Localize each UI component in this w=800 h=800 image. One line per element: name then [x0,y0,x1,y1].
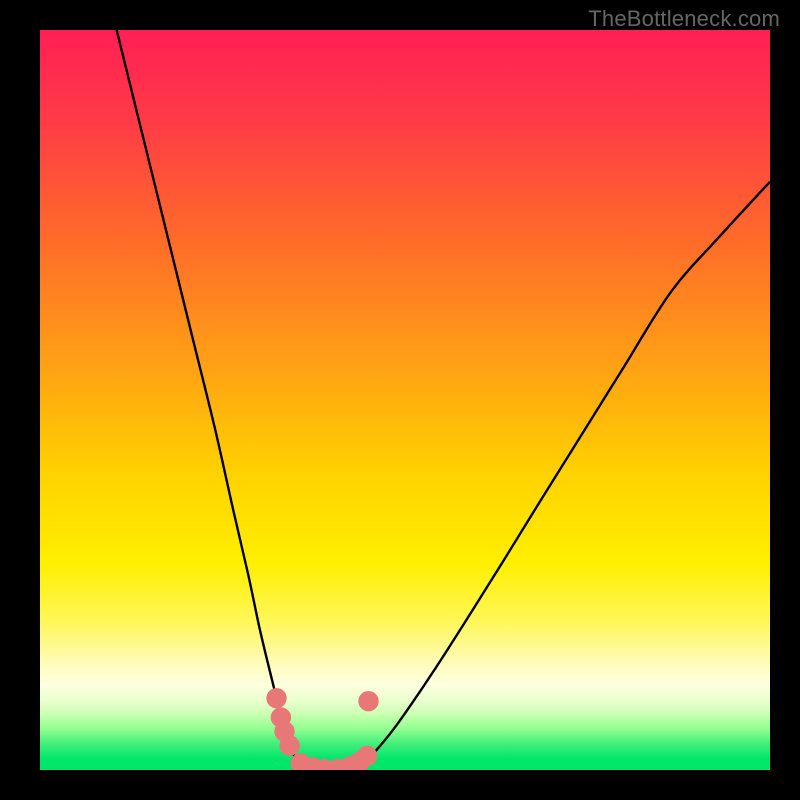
highlight-dots [266,688,378,770]
plot-area [40,30,770,770]
watermark-text: TheBottleneck.com [588,6,780,32]
dot [357,746,377,766]
dot [358,691,378,711]
chart-frame: TheBottleneck.com [0,0,800,800]
dot [266,688,286,708]
bottleneck-curve [117,30,770,770]
dot [279,735,299,755]
curve-layer [40,30,770,770]
